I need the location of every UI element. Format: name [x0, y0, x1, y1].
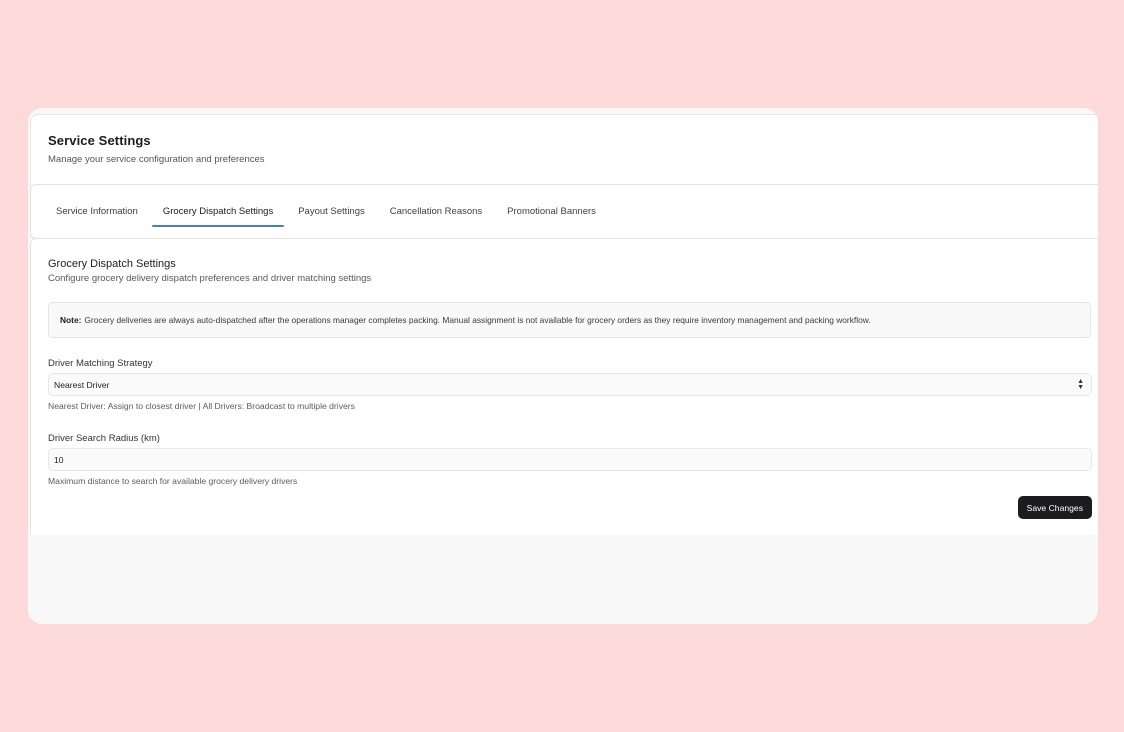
- info-note: Note: Grocery deliveries are always auto…: [48, 302, 1091, 338]
- section-subtitle: Configure grocery delivery dispatch pref…: [48, 273, 372, 284]
- search-radius-label: Driver Search Radius (km): [48, 433, 160, 444]
- page-subtitle: Manage your service configuration and pr…: [48, 154, 265, 165]
- page-title: Service Settings: [48, 133, 151, 148]
- tab-grocery-dispatch-settings[interactable]: Grocery Dispatch Settings: [151, 185, 285, 238]
- select-arrows-icon: ▲ ▼: [1077, 378, 1084, 391]
- dispatch-settings-panel: Grocery Dispatch Settings Configure groc…: [30, 238, 1098, 535]
- tab-cancellation-reasons[interactable]: Cancellation Reasons: [379, 185, 493, 238]
- page-header: Service Settings Manage your service con…: [30, 114, 1098, 192]
- tab-service-information[interactable]: Service Information: [45, 185, 149, 238]
- tab-bar: Service Information Grocery Dispatch Set…: [30, 184, 1098, 239]
- driver-matching-select[interactable]: Nearest Driver ▲ ▼: [48, 373, 1092, 396]
- driver-matching-label: Driver Matching Strategy: [48, 358, 153, 369]
- section-title: Grocery Dispatch Settings: [48, 258, 176, 270]
- note-prefix: Note:: [60, 315, 82, 325]
- search-radius-value: 10: [54, 454, 64, 465]
- tab-promotional-banners[interactable]: Promotional Banners: [496, 185, 607, 238]
- driver-matching-field: Driver Matching Strategy Nearest Driver …: [48, 358, 1098, 412]
- driver-matching-help: Nearest Driver: Assign to closest driver…: [48, 401, 355, 411]
- save-changes-button[interactable]: Save Changes: [1017, 496, 1092, 519]
- search-radius-input[interactable]: 10: [48, 448, 1092, 471]
- tab-payout-settings[interactable]: Payout Settings: [287, 185, 376, 238]
- driver-matching-value: Nearest Driver: [54, 379, 110, 390]
- note-text: Grocery deliveries are always auto-dispa…: [84, 315, 871, 325]
- search-radius-help: Maximum distance to search for available…: [48, 476, 298, 486]
- search-radius-field: Driver Search Radius (km) 10 Maximum dis…: [48, 433, 1098, 487]
- tab-list: Service Information Grocery Dispatch Set…: [45, 185, 607, 238]
- app-window: Service Settings Manage your service con…: [28, 108, 1098, 624]
